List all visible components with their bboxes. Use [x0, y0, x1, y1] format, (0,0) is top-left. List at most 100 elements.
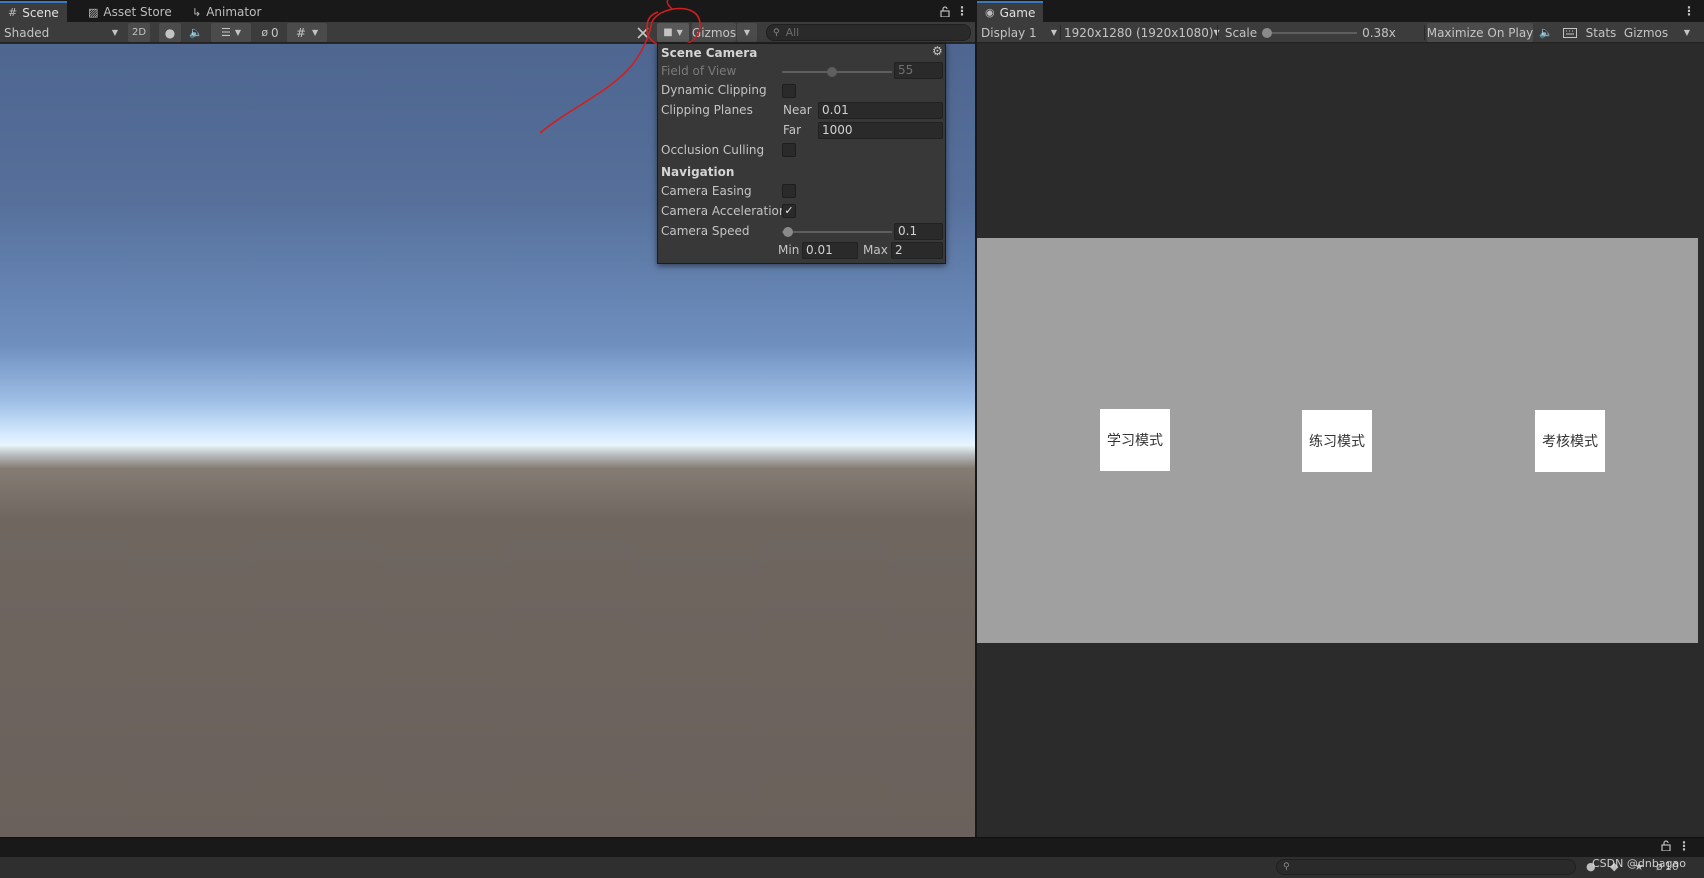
settings-gear-icon[interactable]: ⚙: [932, 45, 944, 57]
draw-mode-label: Shaded: [4, 25, 50, 40]
far-label: Far: [783, 123, 802, 137]
camera-speed-max-input[interactable]: 2: [891, 242, 943, 259]
practice-mode-button[interactable]: 练习模式: [1302, 410, 1372, 472]
mute-audio-toggle[interactable]: 🔈: [1536, 23, 1556, 42]
hidden-objects-toggle[interactable]: ø 0: [256, 23, 284, 42]
camera-acceleration-checkbox[interactable]: ✓: [782, 204, 796, 218]
display-dropdown[interactable]: Display 1 ▼: [981, 23, 1057, 42]
display-label: Display 1: [981, 25, 1037, 40]
eye-slash-icon: ø: [261, 26, 269, 39]
store-bag-icon: ▨: [88, 5, 99, 19]
gizmos-dropdown[interactable]: ▼: [1677, 23, 1697, 42]
scene-toolbar: Shaded ▼ 2D ● 🔈 ☰ ▼ ø 0 # ▼ ■ ▼ Gizmos ▼…: [0, 22, 975, 43]
more-menu-icon[interactable]: ⋮: [1682, 3, 1696, 19]
maximize-label: Maximize On Play: [1426, 25, 1534, 40]
lightbulb-icon: ●: [164, 25, 176, 40]
game-view-canvas: 学习模式 练习模式 考核模式: [977, 238, 1698, 643]
separator: [1424, 25, 1425, 40]
more-menu-icon[interactable]: ⋮: [1678, 839, 1690, 855]
tab-label: Asset Store: [103, 5, 172, 19]
grid-toggle[interactable]: # ▼: [287, 23, 327, 42]
camera-speed-input[interactable]: 0.1: [894, 223, 943, 240]
gizmos-dropdown[interactable]: ▼: [737, 23, 757, 42]
tab-scene[interactable]: # Scene: [0, 1, 67, 22]
toggle-2d-label: 2D: [131, 27, 147, 38]
resolution-label: 1920x1280 (1920x1080): [1064, 25, 1214, 40]
scale-value: 0.38x: [1362, 25, 1396, 40]
chevron-down-icon: ▼: [111, 28, 118, 37]
scene-camera-popup: Scene Camera ⚙ Field of View 55 Dynamic …: [657, 43, 946, 264]
dynamic-clipping-checkbox[interactable]: [782, 84, 796, 98]
grid-snap-icon: #: [295, 25, 306, 40]
popup-title: Scene Camera: [661, 46, 758, 60]
effects-toggle[interactable]: ☰ ▼: [211, 23, 251, 42]
far-clip-input[interactable]: 1000: [818, 122, 943, 139]
field-of-view-slider-track[interactable]: [782, 71, 892, 73]
maximize-on-play-button[interactable]: Maximize On Play: [1427, 23, 1533, 42]
chevron-down-icon: ▼: [1050, 28, 1057, 37]
game-tab-bar: ◉ Game ⋮: [977, 0, 1704, 22]
scale-label: Scale: [1224, 25, 1258, 40]
camera-speed-min-input[interactable]: 0.01: [802, 242, 858, 259]
status-bar: ⚲ ● ◆ ★ ø 10 CSDN @dnbagao: [0, 857, 1704, 878]
watermark-text: CSDN @dnbagao: [1592, 857, 1686, 870]
separator: [1217, 25, 1218, 40]
field-of-view-label: Field of View: [661, 64, 737, 78]
chevron-down-icon: ▼: [311, 28, 319, 37]
chevron-down-icon: ▼: [743, 28, 751, 37]
gizmos-button[interactable]: Gizmos: [1622, 23, 1670, 42]
grid-icon: #: [8, 6, 18, 19]
layers-icon: ☰: [220, 26, 231, 39]
camera-easing-checkbox[interactable]: [782, 184, 796, 198]
resolution-dropdown[interactable]: 1920x1280 (1920x1080) ▼: [1060, 23, 1220, 42]
search-icon: ⚲: [1283, 862, 1290, 872]
field-of-view-input[interactable]: 55: [894, 62, 943, 79]
animator-icon: ↳: [192, 5, 202, 19]
occlusion-culling-label: Occlusion Culling: [661, 143, 765, 157]
bottom-panel-tab-bar: ⋮: [0, 837, 1704, 857]
min-label: Min: [778, 243, 800, 257]
lock-icon[interactable]: [1661, 840, 1673, 854]
tab-animator[interactable]: ↳ Animator: [184, 2, 269, 22]
tab-label: Animator: [206, 5, 262, 19]
project-search-input[interactable]: ⚲: [1276, 859, 1576, 875]
gizmos-label: Gizmos: [1623, 25, 1669, 40]
scale-slider-track[interactable]: [1267, 32, 1357, 34]
lock-icon[interactable]: [938, 3, 952, 19]
assessment-mode-button[interactable]: 考核模式: [1535, 410, 1605, 472]
tab-game[interactable]: ◉ Game: [977, 1, 1044, 22]
game-toolbar: Display 1 ▼ 1920x1280 (1920x1080) ▼ Scal…: [977, 22, 1704, 43]
scene-tab-bar: # Scene ▨ Asset Store ↳ Animator ⋮: [0, 0, 975, 22]
scale-slider-thumb[interactable]: [1262, 28, 1272, 38]
camera-easing-label: Camera Easing: [661, 184, 752, 198]
chevron-down-icon: ▼: [234, 28, 242, 37]
occlusion-culling-checkbox[interactable]: [782, 143, 796, 157]
keyboard-icon[interactable]: [1559, 23, 1581, 42]
field-of-view-slider-thumb[interactable]: [826, 67, 837, 77]
search-icon: ⚲: [773, 27, 780, 38]
checkmark-icon: ✓: [784, 204, 794, 217]
max-label: Max: [863, 243, 888, 257]
audio-toggle[interactable]: 🔈: [186, 23, 206, 42]
learning-mode-button[interactable]: 学习模式: [1100, 409, 1170, 471]
camera-speed-slider-track[interactable]: [782, 231, 892, 233]
hidden-count: 0: [271, 25, 279, 40]
lighting-toggle[interactable]: ●: [159, 23, 181, 42]
tab-asset-store[interactable]: ▨ Asset Store: [80, 2, 180, 22]
more-menu-icon[interactable]: ⋮: [955, 3, 969, 19]
stats-button[interactable]: Stats: [1583, 23, 1619, 42]
chevron-down-icon: ▼: [1683, 28, 1691, 37]
draw-mode-dropdown[interactable]: Shaded ▼: [4, 23, 118, 42]
camera-speed-slider-thumb[interactable]: [782, 227, 793, 237]
search-placeholder: All: [785, 26, 800, 39]
camera-speed-label: Camera Speed: [661, 224, 750, 238]
scene-search-input[interactable]: ⚲ All: [766, 24, 971, 41]
tab-label: Game: [999, 5, 1036, 20]
near-clip-input[interactable]: 0.01: [818, 102, 943, 119]
navigation-header: Navigation: [661, 165, 735, 179]
stats-label: Stats: [1585, 25, 1617, 40]
near-label: Near: [783, 103, 812, 117]
camera-acceleration-label: Camera Acceleration: [661, 204, 787, 218]
toggle-2d-button[interactable]: 2D: [128, 23, 150, 42]
clipping-planes-label: Clipping Planes: [661, 103, 753, 117]
